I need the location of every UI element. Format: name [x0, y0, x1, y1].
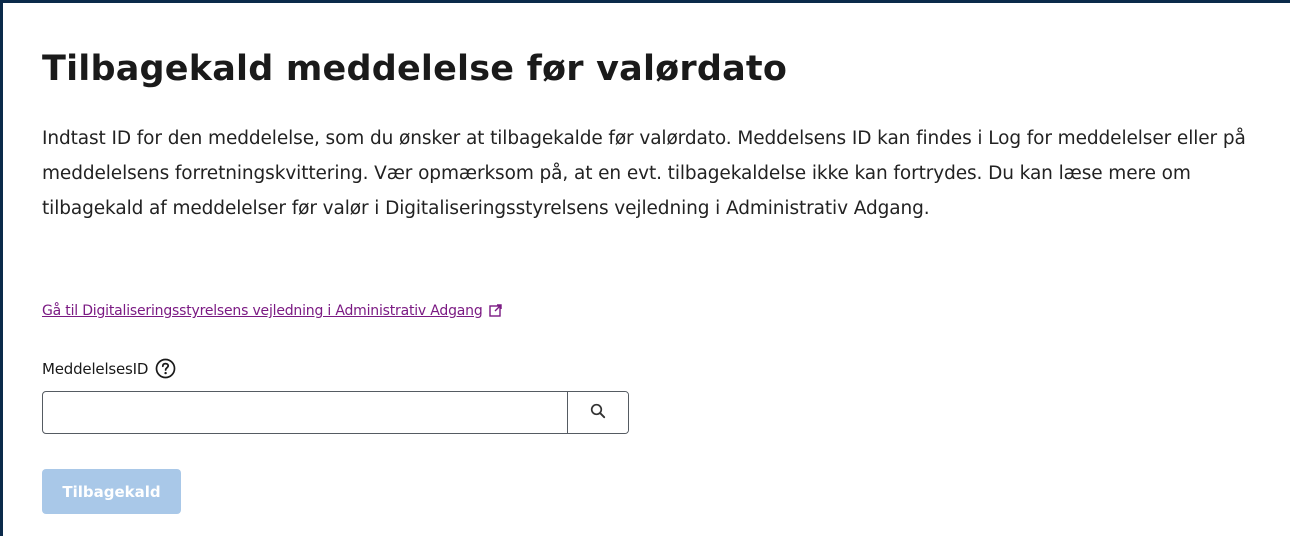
message-id-search-field: [42, 391, 629, 434]
message-id-input[interactable]: [43, 392, 567, 433]
search-icon: [590, 403, 606, 422]
guide-link-label: Gå til Digitaliseringsstyrelsens vejledn…: [42, 303, 483, 319]
page-title: Tilbagekald meddelelse før valørdato: [42, 49, 788, 89]
search-button[interactable]: [567, 392, 628, 433]
message-id-label-row: MeddelelsesID: [42, 358, 176, 379]
question-circle-icon[interactable]: [155, 358, 176, 379]
page-description: Indtast ID for den meddelelse, som du øn…: [42, 128, 1246, 219]
external-link-icon: [488, 304, 502, 321]
guide-link[interactable]: Gå til Digitaliseringsstyrelsens vejledn…: [42, 303, 502, 321]
page-frame: Tilbagekald meddelelse før valørdato Ind…: [0, 0, 1290, 536]
tilbagekald-button[interactable]: Tilbagekald: [42, 469, 181, 514]
message-id-label: MeddelelsesID: [42, 359, 149, 378]
